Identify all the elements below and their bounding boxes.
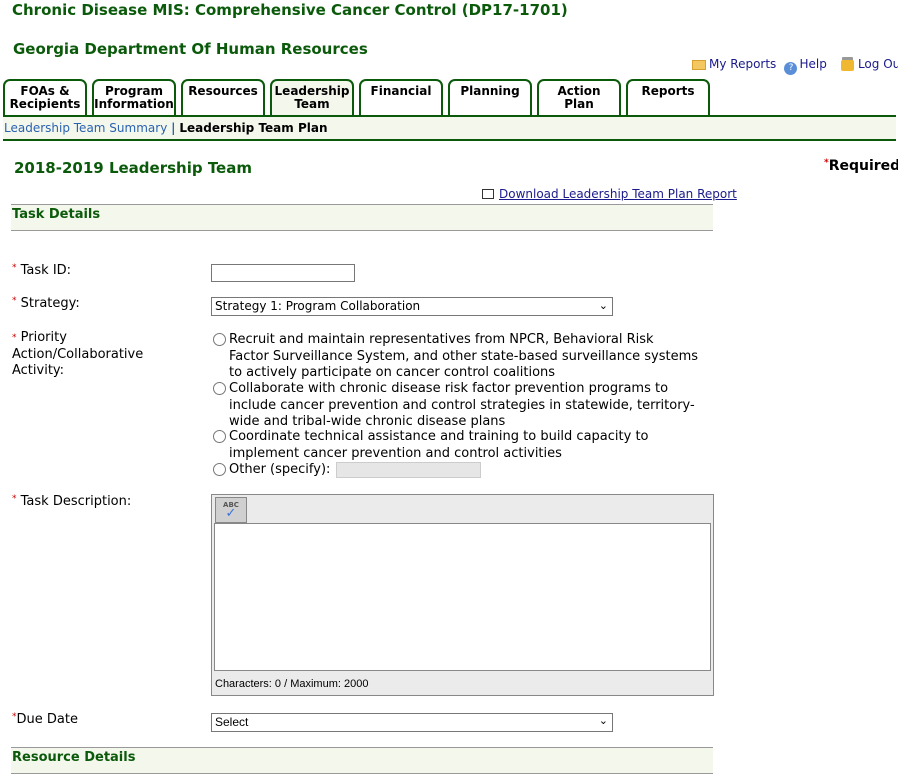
tab-label: Planning [460, 84, 520, 98]
folder-icon [692, 60, 706, 70]
tab-label: Resources [188, 84, 258, 98]
tab-financial[interactable]: Financial [359, 79, 443, 115]
label-text: Action/Collaborative [12, 346, 144, 362]
character-count: Characters: 0 / Maximum: 2000 [215, 678, 369, 690]
option-line: Collaborate with chronic disease risk fa… [229, 381, 669, 396]
spellcheck-button[interactable]: ABC ✓ [215, 497, 247, 523]
download-report-link[interactable]: Download Leadership Team Plan Report [499, 187, 737, 201]
required-text: Required [828, 158, 898, 174]
tab-label: Recipients [9, 97, 81, 111]
strategy-label: * Strategy: [12, 296, 80, 311]
tab-resources[interactable]: Resources [181, 79, 265, 115]
task-details-header: Task Details [11, 204, 713, 231]
option-line: to actively participate on cancer contro… [229, 365, 556, 380]
label-text: Activity: [12, 363, 65, 378]
option-line: wide and tribal-wide chronic disease pla… [229, 414, 506, 429]
priority-option-1-label: Recruit and maintain representatives fro… [229, 332, 719, 382]
tab-program-information[interactable]: Program Information [92, 79, 176, 115]
priority-option-3-radio[interactable] [213, 430, 226, 443]
tab-label: Action [557, 84, 601, 98]
other-specify-input[interactable] [336, 462, 481, 478]
label-text: Due Date [16, 712, 78, 727]
tab-label: Financial [370, 84, 432, 98]
separator: | [171, 121, 176, 135]
tab-planning[interactable]: Planning [448, 79, 532, 115]
required-mark: * [12, 263, 17, 273]
tab-label: Program [104, 84, 164, 98]
sub-nav: Leadership Team Summary | Leadership Tea… [3, 115, 896, 141]
option-line: Coordinate technical assistance and trai… [229, 429, 649, 444]
task-description-label: * Task Description: [12, 494, 131, 509]
option-line: implement cancer prevention and control … [229, 445, 562, 461]
option-line: Recruit and maintain representatives fro… [229, 332, 654, 347]
priority-option-3-label: Coordinate technical assistance and trai… [229, 429, 719, 462]
help-link[interactable]: Help [799, 57, 826, 71]
due-date-label: *Due Date [12, 712, 78, 727]
tab-reports[interactable]: Reports [626, 79, 710, 115]
current-page-label: Leadership Team Plan [179, 121, 328, 135]
logout-link[interactable]: Log Out [858, 57, 898, 71]
task-description-textarea[interactable] [214, 523, 711, 671]
priority-option-2-radio[interactable] [213, 382, 226, 395]
tab-label: Leadership [274, 84, 350, 98]
download-report: Download Leadership Team Plan Report [482, 187, 737, 201]
tab-label: FOAs & [20, 84, 70, 98]
tab-label: Reports [641, 84, 695, 98]
priority-option-1-radio[interactable] [213, 333, 226, 346]
label-text: Priority [20, 330, 67, 345]
selected-value: Select [215, 715, 249, 729]
resource-details-header: Resource Details [11, 747, 713, 774]
task-id-label: * Task ID: [12, 263, 71, 278]
label-text: Task ID: [20, 263, 72, 278]
tab-action-plan[interactable]: Action Plan [537, 79, 621, 115]
my-reports-link[interactable]: My Reports [709, 57, 776, 71]
tab-leadership-team[interactable]: Leadership Team [270, 79, 354, 115]
page-title: 2018-2019 Leadership Team [14, 159, 252, 177]
help-icon: ? [784, 62, 798, 75]
priority-activity-label: * Priority Action/Collaborative Activity: [12, 330, 143, 380]
printer-icon [482, 189, 494, 199]
leadership-team-summary-link[interactable]: Leadership Team Summary [4, 121, 167, 135]
label-text: Strategy: [20, 296, 80, 311]
priority-option-other-radio[interactable] [213, 463, 226, 476]
strategy-select[interactable]: Strategy 1: Program Collaboration ⌄ [211, 297, 613, 316]
required-mark: * [12, 296, 17, 306]
option-line: Factor Surveillance System, and other st… [229, 348, 699, 364]
priority-option-2-label: Collaborate with chronic disease risk fa… [229, 381, 719, 431]
required-legend: *Required [824, 158, 898, 174]
tab-label: Plan [564, 97, 594, 111]
tab-label: Team [294, 97, 330, 111]
label-text: Task Description: [20, 494, 132, 509]
tab-label: Information [94, 97, 174, 111]
lock-icon [840, 60, 854, 71]
required-mark: * [12, 333, 17, 343]
required-mark: * [12, 494, 17, 504]
top-nav: My Reports ?Help Log Out [692, 57, 898, 75]
option-line: include cancer prevention and control st… [229, 397, 695, 413]
task-id-input[interactable] [211, 264, 355, 282]
task-description-editor: ABC ✓ Characters: 0 / Maximum: 2000 [211, 494, 714, 696]
organization-name: Georgia Department Of Human Resources [13, 40, 368, 58]
tab-foas-recipients[interactable]: FOAs & Recipients [3, 79, 87, 115]
due-date-select[interactable]: Select ⌄ [211, 713, 613, 732]
selected-value: Strategy 1: Program Collaboration [215, 299, 421, 313]
chevron-down-icon: ⌄ [598, 715, 608, 727]
chevron-down-icon: ⌄ [598, 299, 608, 312]
app-title: Chronic Disease MIS: Comprehensive Cance… [12, 1, 568, 19]
